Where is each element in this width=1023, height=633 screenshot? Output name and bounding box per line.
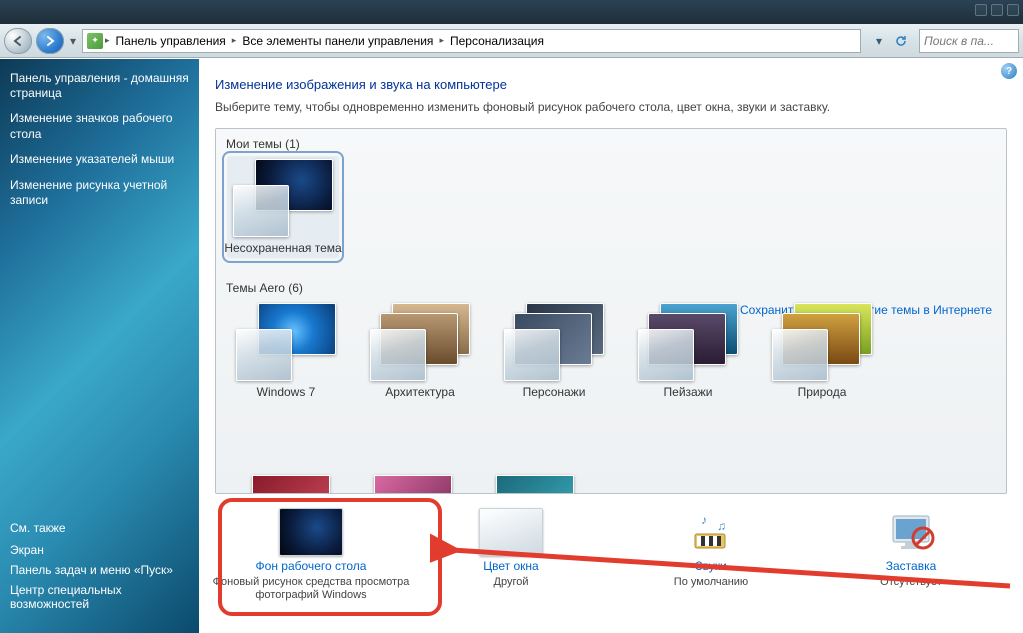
chevron-right-icon: ▸ (439, 35, 444, 46)
theme-tile-unsaved[interactable]: Несохраненная тема (227, 156, 339, 258)
breadcrumb[interactable]: ✦ ▸ Панель управления ▸ Все элементы пан… (82, 29, 861, 53)
theme-label: Пейзажи (664, 385, 713, 399)
setting-desc: Фоновый рисунок средства просмотра фотог… (211, 576, 411, 602)
setting-desc: Отсутствует (880, 576, 942, 589)
theme-label: Windows 7 (257, 385, 316, 399)
back-button[interactable] (4, 28, 32, 54)
minimize-button[interactable] (975, 4, 987, 16)
search-input[interactable]: Поиск в па... (919, 29, 1019, 53)
theme-tile-landscapes[interactable]: Пейзажи (632, 303, 744, 399)
sidebar-link-desktop-icons[interactable]: Изменение значков рабочего стола (10, 111, 189, 142)
sidebar-home-link[interactable]: Панель управления - домашняя страница (10, 71, 189, 101)
control-panel-icon: ✦ (87, 33, 103, 49)
personalization-content: ? Изменение изображения и звука на компь… (199, 59, 1023, 633)
history-dropdown[interactable]: ▾ (68, 34, 78, 48)
page-title: Изменение изображения и звука на компьют… (215, 77, 1007, 92)
screensaver-icon (879, 508, 943, 556)
group-aero-themes: Темы Aero (6) (216, 273, 1006, 297)
sidebar-link-account-picture[interactable]: Изменение рисунка учетной записи (10, 178, 189, 209)
theme-label: Природа (798, 385, 847, 399)
close-button[interactable] (1007, 4, 1019, 16)
theme-settings-row: Фон рабочего стола Фоновый рисунок средс… (199, 494, 1023, 602)
search-placeholder: Поиск в па... (924, 34, 994, 48)
explorer-navbar: ▾ ✦ ▸ Панель управления ▸ Все элементы п… (0, 24, 1023, 58)
breadcrumb-item[interactable]: Все элементы панели управления (238, 34, 437, 48)
themes-panel: Мои темы (1) Несохраненная тема Сохранит… (215, 128, 1007, 494)
group-my-themes: Мои темы (1) (216, 129, 1006, 153)
svg-text:♪: ♪ (701, 513, 707, 527)
chevron-right-icon: ▸ (105, 35, 110, 46)
breadcrumb-item[interactable]: Панель управления (112, 34, 230, 48)
theme-tile-architecture[interactable]: Архитектура (364, 303, 476, 399)
forward-button[interactable] (36, 28, 64, 54)
chevron-right-icon: ▸ (232, 35, 237, 46)
svg-text:♫: ♫ (717, 519, 726, 533)
setting-desc: Другой (494, 576, 529, 589)
setting-link[interactable]: Заставка (886, 559, 937, 573)
control-panel-sidebar: Панель управления - домашняя страница Из… (0, 59, 199, 633)
setting-screensaver[interactable]: Заставка Отсутствует (811, 508, 1011, 602)
theme-tile-characters[interactable]: Персонажи (498, 303, 610, 399)
see-also-display[interactable]: Экран (10, 543, 189, 557)
path-dropdown[interactable]: ▾ (869, 31, 889, 51)
see-also-ease[interactable]: Центр специальных возможностей (10, 583, 189, 611)
sounds-icon: ♪ ♫ (679, 508, 743, 556)
theme-label: Архитектура (385, 385, 455, 399)
page-subtitle: Выберите тему, чтобы одновременно измени… (215, 100, 1007, 114)
window-color-thumb (479, 508, 543, 556)
see-also-taskbar[interactable]: Панель задач и меню «Пуск» (10, 563, 189, 577)
window-titlebar (0, 0, 1023, 24)
setting-sounds[interactable]: ♪ ♫ Звуки По умолчанию (611, 508, 811, 602)
maximize-button[interactable] (991, 4, 1003, 16)
setting-desc: По умолчанию (674, 576, 748, 589)
setting-desktop-background[interactable]: Фон рабочего стола Фоновый рисунок средс… (211, 508, 411, 602)
refresh-button[interactable] (891, 31, 911, 51)
breadcrumb-item[interactable]: Персонализация (446, 34, 548, 48)
setting-link[interactable]: Цвет окна (483, 559, 538, 573)
setting-link[interactable]: Фон рабочего стола (256, 559, 367, 573)
theme-tile-nature[interactable]: Природа (766, 303, 878, 399)
theme-label: Несохраненная тема (224, 241, 341, 255)
theme-tile-windows7[interactable]: Windows 7 (230, 303, 342, 399)
desktop-background-thumb (279, 508, 343, 556)
help-icon[interactable]: ? (1001, 63, 1017, 79)
theme-label: Персонажи (523, 385, 586, 399)
sidebar-link-mouse-pointers[interactable]: Изменение указателей мыши (10, 152, 189, 168)
see-also-label: См. также (10, 521, 189, 535)
themes-overflow-row (230, 475, 574, 494)
setting-link[interactable]: Звуки (695, 559, 726, 573)
setting-window-color[interactable]: Цвет окна Другой (411, 508, 611, 602)
